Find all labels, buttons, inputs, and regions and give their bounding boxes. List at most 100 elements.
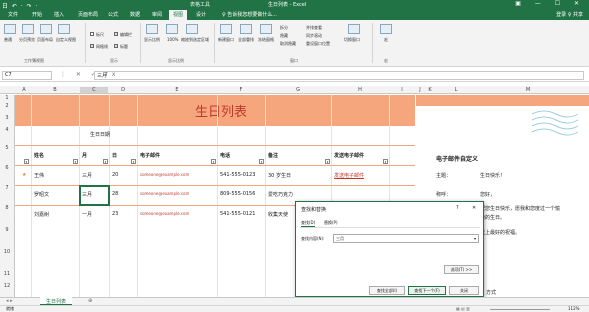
gridlines-checkbox[interactable] [90,43,94,48]
cell-name[interactable]: 刘嘉树 [34,211,49,218]
row-header[interactable]: 4 [0,127,15,145]
subject-value[interactable]: 生日快乐！ [480,172,505,179]
add-sheet-icon[interactable]: ⊕ [88,298,92,304]
unhide-button[interactable]: 取消隐藏 [280,41,296,47]
row-header[interactable]: 7 [0,185,15,205]
column-header-c[interactable]: C [80,87,108,93]
greeting-value[interactable]: 您好， [480,191,495,198]
side-by-side-button[interactable]: 并排查看 [306,25,322,31]
column-header-e[interactable]: E [138,87,216,93]
cell-day[interactable]: 20 [112,172,118,178]
tab-formulas[interactable]: 公式 [108,11,118,18]
cell-name[interactable]: 王伟 [34,172,44,179]
column-header-f[interactable]: F [218,87,264,93]
cell-phone[interactable]: 541-555-0123 [220,172,255,178]
filter-dropdown-icon[interactable]: ▾ [211,159,216,164]
row-header[interactable]: 5 [0,145,15,165]
cell-email[interactable]: someone@example.com [140,211,189,216]
row-header[interactable]: 2 [0,103,15,115]
column-header-b[interactable]: B [32,87,78,93]
tab-replace[interactable]: 替换(P) [324,220,338,226]
window-controls[interactable]: ▣ — ☐ ✕ [515,0,585,7]
row-header[interactable]: 11 [0,271,15,283]
cell-name[interactable]: 罗昭文 [34,191,49,198]
row-header[interactable]: 3 [0,115,15,127]
freeze-panes-icon[interactable] [260,24,272,34]
cell-note[interactable]: 收集天使 [268,211,294,218]
cell-day[interactable]: 28 [112,191,118,197]
column-header-m[interactable]: M [478,87,578,93]
column-header-j[interactable]: J [416,87,424,93]
help-icon[interactable]: ? [456,205,459,211]
sheet-tab-active[interactable]: 生日列表 [40,297,73,305]
find-next-button[interactable]: 查找下一个(F) [408,286,446,295]
column-header-k[interactable]: K [425,87,435,93]
ruler-checkbox[interactable] [90,32,94,36]
zoom-selection-icon[interactable] [186,24,198,34]
filter-dropdown-icon[interactable]: ▾ [103,159,108,164]
page-layout-icon[interactable] [40,24,52,34]
new-window-icon[interactable] [220,24,232,34]
body-line[interactable]: 送上最好的祝福。 [480,229,520,236]
dropdown-chevron-icon[interactable]: ▾ [474,236,476,241]
row-header[interactable]: 1 [0,95,15,103]
tab-review[interactable]: 审阅 [152,11,162,18]
column-header-l[interactable]: L [436,87,476,93]
close-icon[interactable]: ✕ [472,205,476,211]
tab-view[interactable]: 视图 [169,10,188,20]
cell-phone[interactable]: 809-555-0156 [220,191,255,197]
account-share[interactable]: 登录 ♀ 共享 [556,11,583,18]
column-header-a[interactable]: A [18,87,30,93]
tab-insert[interactable]: 插入 [54,11,64,18]
split-button[interactable]: 拆分 [280,25,288,31]
headings-checkbox[interactable] [114,43,118,48]
cell-month[interactable]: 三月 [82,191,92,198]
column-header-g[interactable]: G [266,87,330,93]
cell-note[interactable]: 爱吃巧克力 [268,191,293,198]
find-what-input[interactable]: 三月 ▾ [333,234,479,243]
cell-day[interactable]: 23 [112,211,118,217]
column-header-d[interactable]: D [110,87,136,93]
filter-dropdown-icon[interactable]: ▾ [131,159,136,164]
macros-icon[interactable] [380,24,392,34]
formula-input[interactable]: 三月 [94,71,584,80]
sync-scroll-button[interactable]: 同步滚动 [306,33,322,39]
row-header[interactable]: 6 [0,165,15,185]
tab-find[interactable]: 查找(D) [301,220,316,227]
column-header-i[interactable]: I [390,87,414,93]
cell-email[interactable]: someone@example.com [140,172,189,177]
tab-page-layout[interactable]: 页面布局 [78,11,98,18]
send-email-link[interactable]: 发送电子邮件 [334,172,364,179]
zoom-100-icon[interactable] [166,24,178,34]
find-all-button[interactable]: 查找全部(I) [369,286,405,295]
reset-position-button[interactable]: 重设窗口位置 [306,41,330,47]
hide-button[interactable]: 隐藏 [280,33,288,39]
options-button[interactable]: 选项(T) >> [444,265,479,274]
row-header[interactable]: 9 [0,227,15,249]
zoom-slider[interactable] [490,309,550,310]
filter-dropdown-icon[interactable]: ▾ [24,159,29,164]
tell-me-search[interactable]: ♀ 告诉我您想要做什么... [222,11,277,18]
cell-email[interactable]: someone@example.com [140,191,189,196]
tab-home[interactable]: 开始 [32,11,42,18]
column-header-h[interactable]: H [332,87,388,93]
filter-dropdown-icon[interactable]: ▾ [73,159,78,164]
sheet-nav-arrows-icon[interactable]: ◂ ▸ [6,298,13,304]
arrange-all-icon[interactable] [240,24,252,34]
close-button[interactable]: 关闭 [449,286,479,295]
normal-view-icon[interactable] [4,24,16,34]
body-line[interactable]: 祝您生日快乐，愿我和您度过一个愉 [480,205,560,212]
cell-month[interactable]: 三月 [82,172,92,179]
row-header[interactable]: 10 [0,249,15,271]
tab-design[interactable]: 设计 [196,11,206,18]
cell-month[interactable]: 一月 [82,211,92,218]
cell-phone[interactable]: 541-555-0121 [220,211,255,217]
cell-note[interactable]: 30 岁生日 [268,172,291,179]
view-mode-icons[interactable]: ▦ ▤ ▥ [456,306,470,311]
row-header[interactable]: 8 [0,205,15,227]
tab-file[interactable]: 文件 [8,11,18,18]
row-header[interactable]: 12 [0,283,15,297]
filter-dropdown-icon[interactable]: ▾ [259,159,264,164]
zoom-icon[interactable] [146,24,158,34]
formula-bar-checkbox[interactable] [114,31,118,36]
